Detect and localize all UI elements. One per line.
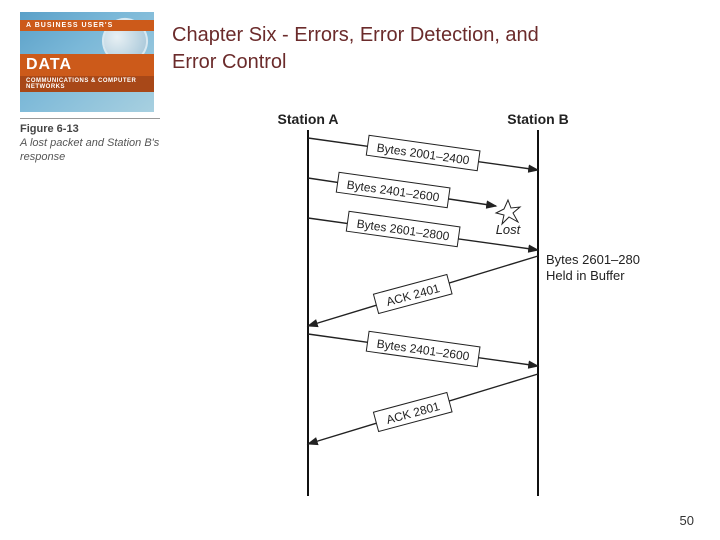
sidebar-thumbnail: A BUSINESS USER'S DATA COMMUNICATIONS & … bbox=[20, 12, 160, 164]
cover-big-stripe: DATA bbox=[20, 54, 154, 76]
station-b-label: Station B bbox=[507, 111, 568, 127]
figure-meta: Figure 6-13 A lost packet and Station B'… bbox=[20, 118, 160, 164]
figure-caption: A lost packet and Station B's response bbox=[20, 137, 160, 165]
cover-top-stripe: A BUSINESS USER'S bbox=[20, 20, 154, 31]
lost-icon bbox=[496, 200, 520, 224]
figure-number: Figure 6-13 bbox=[20, 123, 160, 137]
cover-mid-stripe: COMMUNICATIONS & COMPUTER NETWORKS bbox=[20, 76, 154, 92]
slide-title: Chapter Six - Errors, Error Detection, a… bbox=[172, 22, 552, 76]
sequence-diagram: Station A Station B Bytes 2001–2400 Byte… bbox=[188, 108, 640, 500]
station-a-label: Station A bbox=[278, 111, 339, 127]
page-number: 50 bbox=[680, 513, 694, 528]
side-note-line1: Bytes 2601–2800 bbox=[546, 252, 640, 267]
lost-label: Lost bbox=[496, 222, 522, 237]
book-cover-image: A BUSINESS USER'S DATA COMMUNICATIONS & … bbox=[20, 12, 154, 112]
side-note-line2: Held in Buffer bbox=[546, 268, 625, 283]
